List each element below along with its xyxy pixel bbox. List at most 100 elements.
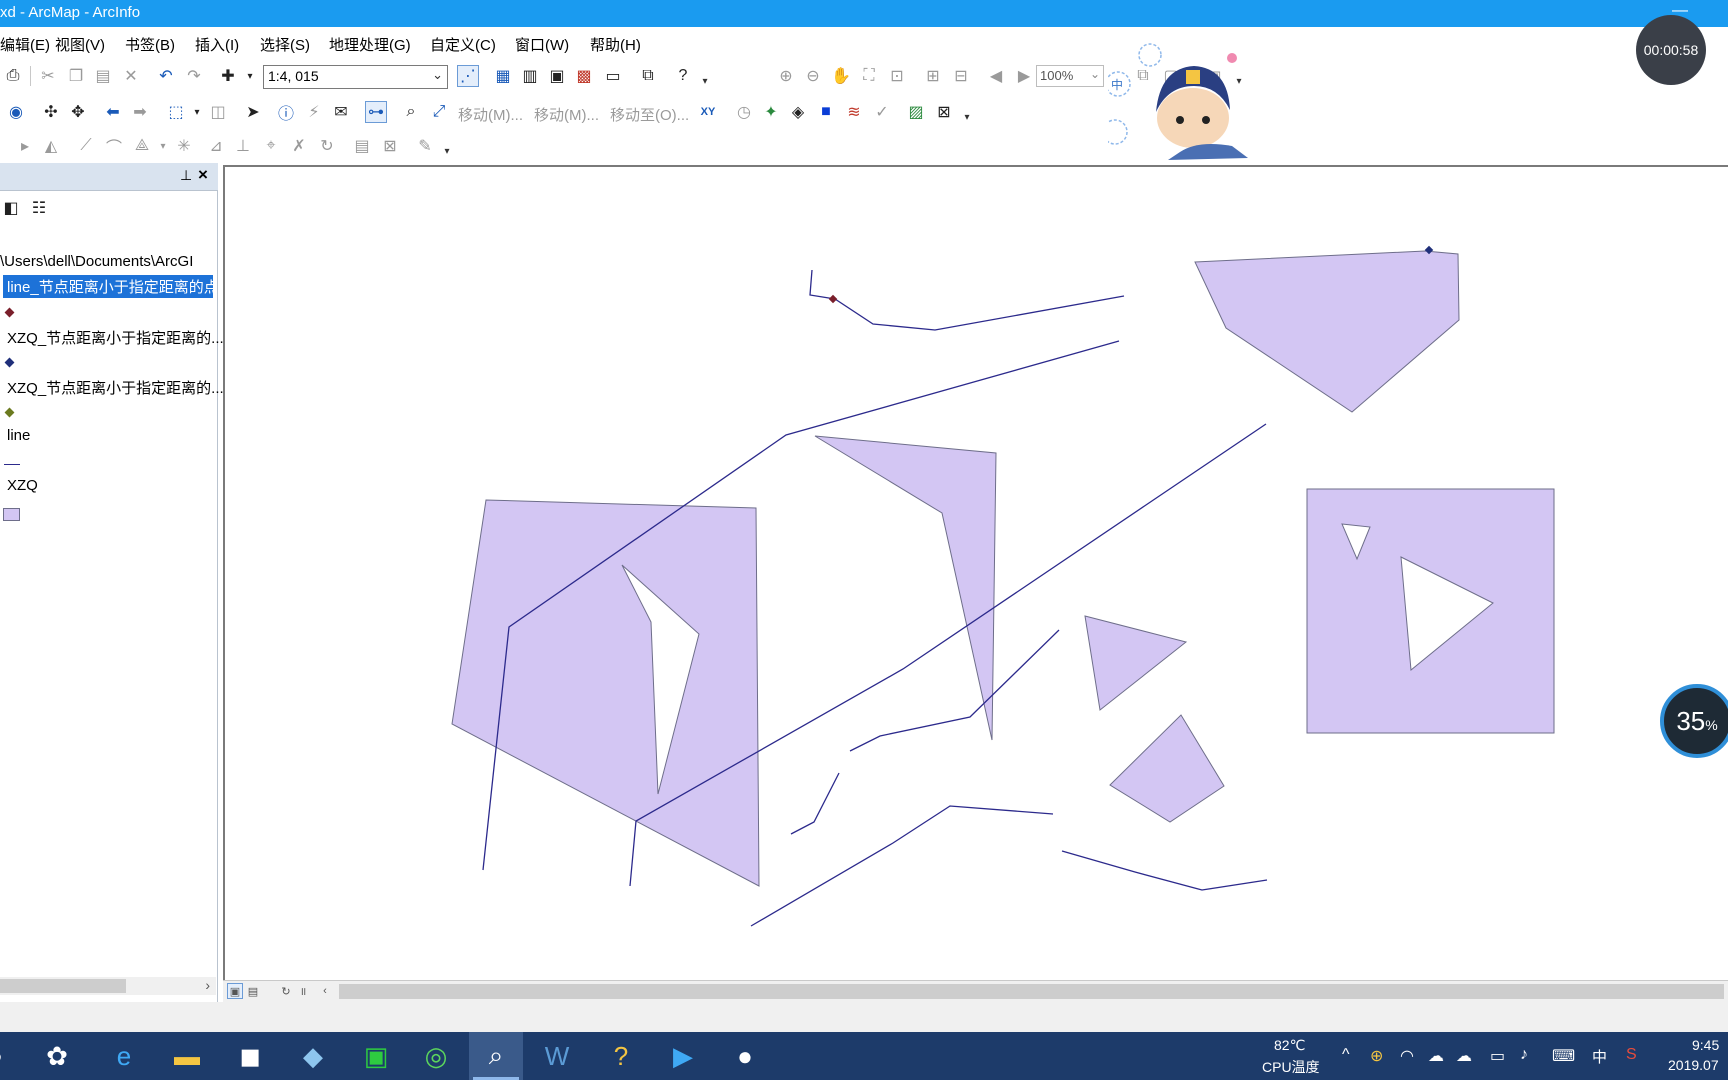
line-feature[interactable] [1061,850,1268,891]
find-icon[interactable]: ⌕ [400,101,422,123]
search-icon[interactable]: ○ [0,1032,10,1080]
clock-time[interactable]: 9:45 [1692,1037,1719,1053]
rainbow-icon[interactable]: ≋ [843,101,865,123]
toc-layer[interactable]: XZQ_节点距离小于指定距离的... [7,327,224,348]
clock-date[interactable]: 2019.07 [1668,1057,1719,1073]
identify-icon[interactable]: ⓘ [275,101,297,123]
search-window-icon[interactable]: ▣ [546,65,568,87]
add-data-dropdown-icon[interactable]: ▾ [239,65,261,87]
editor-toolbar-icon[interactable]: ⋰ [457,65,479,87]
end-point-arc-icon[interactable]: ⌒ [103,135,125,157]
battery-icon[interactable]: ▭ [1490,1046,1505,1066]
iqiyi-icon[interactable]: ▣ [349,1032,403,1080]
split-icon[interactable]: ✗ [288,135,310,157]
catalog-icon[interactable]: ▥ [519,65,541,87]
go-forward-extent-icon[interactable]: ▶ [1013,65,1035,87]
wifi-icon[interactable]: ◠ [1400,1046,1414,1066]
cut-polygons-icon[interactable]: ⌖ [260,135,282,157]
zoom-out-fixed-tool-icon[interactable]: ✥ [67,101,89,123]
move-button-1[interactable]: 移动(M)... [458,104,523,125]
scrollbar-thumb[interactable] [0,979,126,993]
model-builder-icon[interactable]: ⧉ [637,65,659,87]
edge-browser-icon[interactable]: e [97,1032,151,1080]
menu-selection[interactable]: 选择(S) [260,34,310,55]
menu-help[interactable]: 帮助(H) [590,34,641,55]
trace-icon[interactable]: ⟁ [131,135,153,157]
task-view-icon[interactable]: ✿ [30,1032,84,1080]
undo-icon[interactable]: ↶ [155,65,177,87]
reshape-feature-icon[interactable]: ⊥ [232,135,254,157]
select-elements-icon[interactable]: ➤ [242,101,264,123]
options-list-icon[interactable]: ☷ [28,197,50,219]
edit-annotation-icon[interactable]: ◭ [40,135,62,157]
toc-layer-selected[interactable]: line_节点距离小于指定距离的点 [3,275,213,298]
cloud-icon[interactable]: ☁ [1456,1046,1472,1066]
line-feature[interactable] [809,269,1125,331]
print-icon[interactable]: ⎙ [2,65,24,87]
menu-customize[interactable]: 自定义(C) [430,34,496,55]
layout-zoom-combobox[interactable]: 100% ⌄ [1036,65,1104,87]
select-features-icon[interactable]: ⬚ [165,101,187,123]
clear-selection-icon[interactable]: ◫ [207,101,229,123]
volume-icon[interactable]: ♪ [1520,1046,1528,1064]
zoom-whole-page-icon[interactable]: ⛶ [858,65,880,87]
recording-timer[interactable]: 00:00:58 [1636,15,1706,85]
polygon-feature[interactable] [451,499,760,887]
polygon-feature[interactable] [1084,615,1188,711]
checkmark-icon[interactable]: ✓ [871,101,893,123]
zoom-in-fixed-icon[interactable]: ⊞ [922,65,944,87]
list-by-source-icon[interactable]: ◧ [0,197,22,219]
point-feature[interactable] [828,294,838,304]
create-features-icon[interactable]: ✎ [414,135,436,157]
edit-vertices-icon[interactable]: ⊿ [205,135,227,157]
polygon-feature[interactable] [814,435,997,741]
app-icon[interactable]: ◆ [286,1032,340,1080]
find-route-icon[interactable]: ⤢ [428,101,450,123]
menu-bookmarks[interactable]: 书签(B) [125,34,175,55]
line-feature[interactable] [750,805,1054,927]
toc-layer-line[interactable]: line [7,427,30,444]
map-canvas[interactable] [225,167,1728,980]
chevron-down-icon[interactable]: ⌄ [432,67,443,83]
measure-icon[interactable]: ⊶ [365,101,387,123]
forward-arrow-icon[interactable]: ➡ [129,101,151,123]
menu-edit[interactable]: 编辑(E) [0,34,50,55]
line-feature[interactable] [849,629,1060,752]
move-button-2[interactable]: 移动(M)... [534,104,599,125]
menu-insert[interactable]: 插入(I) [195,34,239,55]
ime-indicator[interactable]: 中 [1592,1046,1607,1067]
video-recorder-icon[interactable]: ▶ [656,1032,710,1080]
toolbar-options-icon[interactable]: ▾ [700,67,710,87]
pause-drawing-icon[interactable]: ॥ [295,983,311,999]
map-scale-combobox[interactable]: 1:4, 015 ⌄ [263,65,448,89]
sketch-properties-icon[interactable]: ⊠ [379,135,401,157]
toc-workspace-path[interactable]: \Users\dell\Documents\ArcGI [0,253,193,270]
chevron-down-icon[interactable]: ⌄ [1090,67,1100,81]
layout-view-icon[interactable]: ▤ [245,983,261,999]
browser-icon[interactable]: ◎ [409,1032,463,1080]
python-window-icon[interactable]: ▭ [602,65,624,87]
pin-icon[interactable]: ⊥ [180,167,192,184]
globe-icon[interactable]: ◉ [5,101,27,123]
copy-icon[interactable]: ❐ [65,65,87,87]
cut-icon[interactable]: ✂ [37,65,59,87]
open-time-slider-icon[interactable]: ◷ [733,101,755,123]
create-viewer-window-icon[interactable]: ✦ [760,101,782,123]
show-hidden-icons-icon[interactable]: ^ [1342,1046,1350,1064]
mascot-overlay[interactable]: 中 [1102,40,1268,160]
close-icon[interactable]: × [198,165,208,185]
layer-icon[interactable]: ◈ [787,101,809,123]
html-popup-icon[interactable]: ✉ [330,101,352,123]
arctoolbox-icon[interactable]: ▩ [573,65,595,87]
edit-tool-icon[interactable]: ▸ [14,135,36,157]
magnifier-window-icon[interactable]: ⊠ [933,101,955,123]
straight-segment-icon[interactable]: ⟋ [75,135,97,157]
toc-layer[interactable]: XZQ_节点距离小于指定距离的... [7,377,224,398]
word-icon[interactable]: W [530,1032,584,1080]
attributes-icon[interactable]: ▤ [351,135,373,157]
chevron-left-icon[interactable]: ‹ [317,983,333,999]
add-image-icon[interactable]: ▨ [905,101,927,123]
toc-horizontal-scrollbar[interactable]: › [0,977,216,995]
zoom-in-fixed-tool-icon[interactable]: ✣ [40,101,62,123]
map-horizontal-scrollbar[interactable] [339,984,1724,999]
